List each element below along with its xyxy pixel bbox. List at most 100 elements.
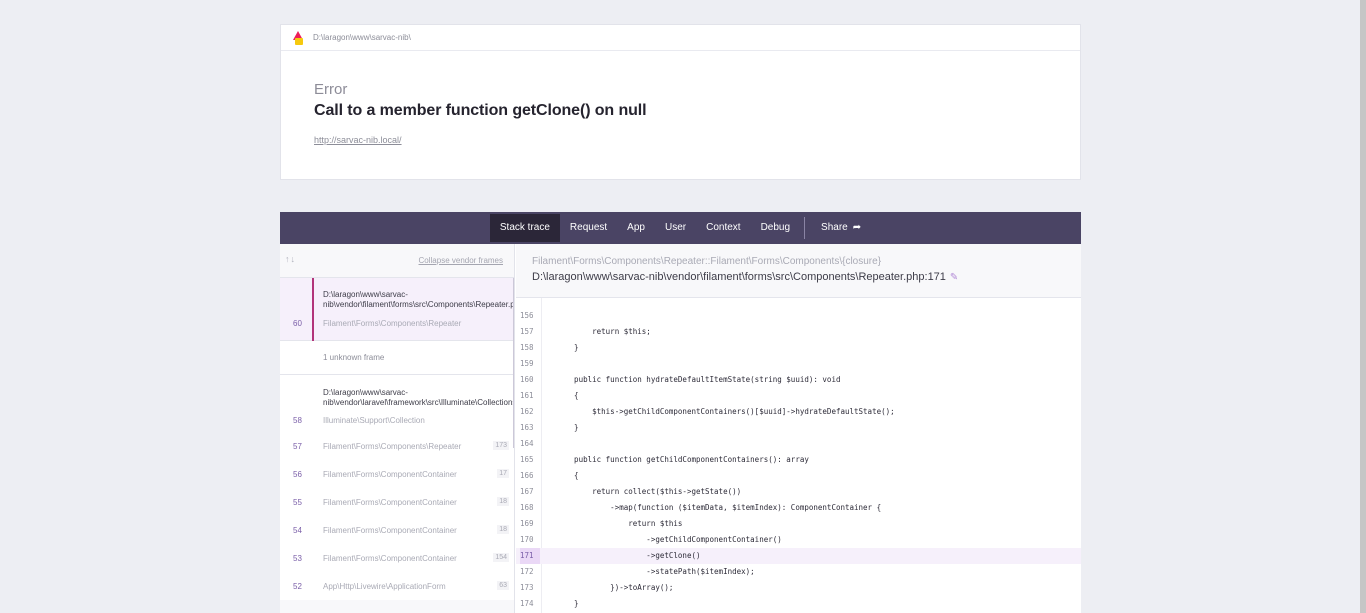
error-label: Error <box>314 81 348 98</box>
line-number[interactable]: 165 <box>520 452 540 468</box>
line-number[interactable]: 173 <box>520 580 540 596</box>
code-text: ->map(function ($itemData, $itemIndex): … <box>556 503 882 512</box>
selected-frame-indicator <box>312 278 314 341</box>
line-number[interactable]: 172 <box>520 564 540 580</box>
frames-header: ↑↓ Collapse vendor frames <box>280 244 514 278</box>
frame-class: App\Http\Livewire\ApplicationForm <box>323 582 446 591</box>
line-number[interactable]: 163 <box>520 420 540 436</box>
code-line: 162 $this->getChildComponentContainers()… <box>516 404 1081 420</box>
frame-class: Filament\Forms\ComponentContainer <box>323 526 457 535</box>
code-text: return collect($this->getState()) <box>556 487 742 496</box>
stack-trace-panel: ↑↓ Collapse vendor frames D:\laragon\www… <box>280 244 1081 613</box>
share-button[interactable]: Share ➦ <box>811 214 871 242</box>
tab-stack-trace[interactable]: Stack trace <box>489 214 560 242</box>
frames-list: ↑↓ Collapse vendor frames D:\laragon\www… <box>280 244 515 613</box>
code-line: 171 ->getClone() <box>516 548 1081 564</box>
frame-navigation-arrows-icon[interactable]: ↑↓ <box>285 254 296 264</box>
line-number[interactable]: 159 <box>520 356 540 372</box>
tab-request[interactable]: Request <box>560 214 617 242</box>
frame-line-badge: 154 <box>493 553 509 562</box>
tab-user[interactable]: User <box>655 214 696 242</box>
unknown-frame-toggle[interactable]: 1 unknown frame <box>280 341 514 375</box>
code-text: } <box>556 423 579 432</box>
code-line: 168 ->map(function ($itemData, $itemInde… <box>516 500 1081 516</box>
code-line: 164 <box>516 436 1081 452</box>
code-text: ->getClone() <box>556 551 701 560</box>
page-scrollbar-thumb[interactable] <box>1360 0 1366 613</box>
share-arrow-icon: ➦ <box>852 222 862 233</box>
page-scrollbar[interactable] <box>1360 0 1366 613</box>
code-class: Filament\Forms\Components\Repeater::Fila… <box>532 256 882 267</box>
code-file-path: D:\laragon\www\sarvac-nib\vendor\filamen… <box>532 271 959 283</box>
line-number[interactable]: 157 <box>520 324 540 340</box>
code-text: $this->getChildComponentContainers()[$uu… <box>556 407 895 416</box>
frame-file: D:\laragon\www\sarvac-nib\vendor\filamen… <box>323 290 515 309</box>
frame-item[interactable]: D:\laragon\www\sarvac-nib\vendor\laravel… <box>280 375 514 432</box>
line-number[interactable]: 156 <box>520 308 540 324</box>
line-number[interactable]: 169 <box>520 516 540 532</box>
frame-line-badge: 173 <box>493 441 509 450</box>
code-text: } <box>556 343 579 352</box>
line-number[interactable]: 160 <box>520 372 540 388</box>
frame-number: 60 <box>293 319 302 328</box>
share-label: Share <box>821 222 848 233</box>
frame-file: D:\laragon\www\sarvac-nib\vendor\laravel… <box>323 388 514 407</box>
frame-class: Filament\Forms\ComponentContainer <box>323 470 457 479</box>
line-number[interactable]: 158 <box>520 340 540 356</box>
line-number[interactable]: 162 <box>520 404 540 420</box>
code-text: })->toArray(); <box>556 583 674 592</box>
code-line: 159 <box>516 356 1081 372</box>
frame-class: Illuminate\Support\Collection <box>323 416 425 425</box>
frame-number: 53 <box>293 554 302 563</box>
line-number[interactable]: 167 <box>520 484 540 500</box>
frame-number: 58 <box>293 416 302 425</box>
frame-item[interactable]: 53 Filament\Forms\ComponentContainer 154 <box>280 544 514 572</box>
code-line: 160 public function hydrateDefaultItemSt… <box>516 372 1081 388</box>
code-header: Filament\Forms\Components\Repeater::Fila… <box>516 244 1081 298</box>
error-message: Call to a member function getClone() on … <box>314 102 647 119</box>
frame-item[interactable]: 52 App\Http\Livewire\ApplicationForm 63 <box>280 572 514 600</box>
frame-item[interactable]: 55 Filament\Forms\ComponentContainer 18 <box>280 488 514 516</box>
frame-item[interactable]: 56 Filament\Forms\ComponentContainer 17 <box>280 460 514 488</box>
code-line: 169 return $this <box>516 516 1081 532</box>
line-number[interactable]: 164 <box>520 436 540 452</box>
line-number[interactable]: 166 <box>520 468 540 484</box>
request-url-link[interactable]: http://sarvac-nib.local/ <box>314 135 402 145</box>
code-line: 174 } <box>516 596 1081 612</box>
code-line: 158 } <box>516 340 1081 356</box>
line-number[interactable]: 170 <box>520 532 540 548</box>
frame-class: Filament\Forms\ComponentContainer <box>323 554 457 563</box>
code-line: 157 return $this; <box>516 324 1081 340</box>
tab-bar: Stack trace Request App User Context Deb… <box>280 212 1081 244</box>
error-header-card: D:\laragon\www\sarvac-nib\ Error Call to… <box>280 24 1081 180</box>
tab-debug[interactable]: Debug <box>751 214 800 242</box>
frame-item[interactable]: 57 Filament\Forms\Components\Repeater 17… <box>280 432 514 460</box>
code-snippet: 156 157 return $this; 158 } 159 160 public f… <box>516 298 1081 613</box>
frame-number: 56 <box>293 470 302 479</box>
code-line: 165 public function getChildComponentCon… <box>516 452 1081 468</box>
frame-number: 57 <box>293 442 302 451</box>
tab-context[interactable]: Context <box>696 214 750 242</box>
frame-class: Filament\Forms\Components\Repeater <box>323 319 462 328</box>
collapse-vendor-frames-link[interactable]: Collapse vendor frames <box>419 256 503 265</box>
edit-pencil-icon[interactable]: ✎ <box>950 272 958 283</box>
frame-number: 55 <box>293 498 302 507</box>
line-number[interactable]: 161 <box>520 388 540 404</box>
ignition-logo-icon <box>292 30 304 45</box>
code-text: public function getChildComponentContain… <box>556 455 809 464</box>
line-number[interactable]: 174 <box>520 596 540 612</box>
code-line: 172 ->statePath($itemIndex); <box>516 564 1081 580</box>
frame-selected[interactable]: D:\laragon\www\sarvac-nib\vendor\filamen… <box>280 278 514 341</box>
project-path: D:\laragon\www\sarvac-nib\ <box>313 33 411 42</box>
code-line: 156 <box>516 308 1081 324</box>
frame-number: 52 <box>293 582 302 591</box>
tab-app[interactable]: App <box>617 214 655 242</box>
unknown-frame-label: 1 unknown frame <box>323 353 385 362</box>
line-number[interactable]: 171 <box>520 548 540 564</box>
code-text: return $this; <box>556 327 651 336</box>
frames-scrollbar[interactable] <box>513 278 514 448</box>
line-number[interactable]: 168 <box>520 500 540 516</box>
code-text: { <box>556 471 579 480</box>
frame-item[interactable]: 54 Filament\Forms\ComponentContainer 18 <box>280 516 514 544</box>
code-line: 167 return collect($this->getState()) <box>516 484 1081 500</box>
